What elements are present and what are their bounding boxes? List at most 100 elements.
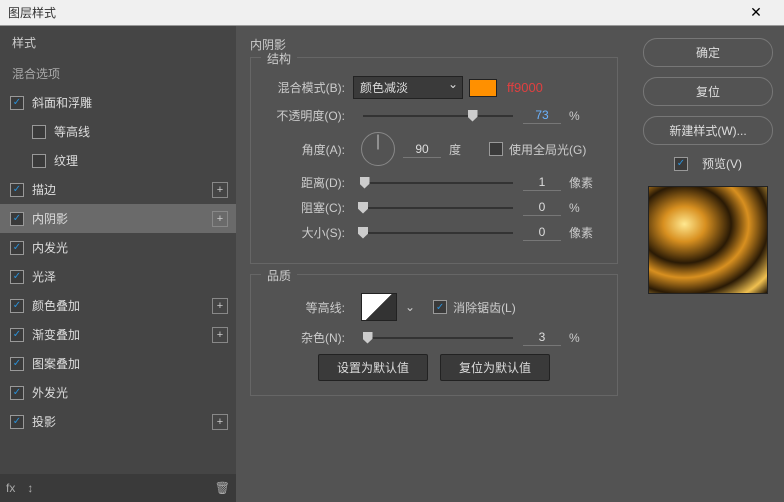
checkbox-icon[interactable]	[10, 299, 24, 313]
size-input[interactable]	[523, 224, 561, 241]
checkbox-icon[interactable]	[32, 154, 46, 168]
noise-row: 杂色(N): %	[263, 329, 605, 346]
reset-default-button[interactable]: 复位为默认值	[440, 354, 550, 381]
effect-label: 内发光	[32, 239, 228, 256]
contour-label: 等高线:	[263, 299, 353, 316]
add-icon[interactable]: +	[212, 298, 228, 314]
checkbox-icon[interactable]	[10, 183, 24, 197]
choke-input[interactable]	[523, 199, 561, 216]
close-button[interactable]: ✕	[736, 0, 776, 26]
global-light-label: 使用全局光(G)	[509, 141, 586, 158]
distance-row: 距离(D): 像素	[263, 174, 605, 191]
fx-icon[interactable]: fx	[6, 481, 15, 495]
preview-label: 预览(V)	[702, 155, 742, 172]
effect-label: 颜色叠加	[32, 297, 212, 314]
blend-options-header[interactable]: 混合选项	[0, 59, 236, 88]
window-title: 图层样式	[8, 4, 736, 21]
add-icon[interactable]: +	[212, 182, 228, 198]
ok-button[interactable]: 确定	[643, 38, 773, 67]
opacity-slider[interactable]	[363, 115, 513, 117]
noise-label: 杂色(N):	[263, 329, 353, 346]
structure-legend: 结构	[261, 50, 297, 67]
quality-legend: 品质	[261, 267, 297, 284]
opacity-row: 不透明度(O): %	[263, 107, 605, 124]
choke-label: 阻塞(C):	[263, 199, 353, 216]
effect-label: 渐变叠加	[32, 326, 212, 343]
effect-label: 外发光	[32, 384, 228, 401]
checkbox-icon[interactable]	[10, 386, 24, 400]
trash-icon[interactable]: 🗑	[215, 481, 230, 495]
set-default-button[interactable]: 设置为默认值	[318, 354, 428, 381]
effect-label: 描边	[32, 181, 212, 198]
styles-header[interactable]: 样式	[0, 26, 236, 59]
global-light-checkbox[interactable]: 使用全局光(G)	[489, 141, 586, 158]
distance-slider[interactable]	[363, 182, 513, 184]
effect-texture[interactable]: 纹理	[0, 146, 236, 175]
distance-input[interactable]	[523, 174, 561, 191]
contour-row: 等高线: ⌄ 消除锯齿(L)	[263, 293, 605, 321]
cancel-button[interactable]: 复位	[643, 77, 773, 106]
blend-mode-label: 混合模式(B):	[263, 79, 353, 96]
distance-unit: 像素	[569, 174, 599, 191]
effect-stroke[interactable]: 描边 +	[0, 175, 236, 204]
effect-drop-shadow[interactable]: 投影 +	[0, 407, 236, 436]
default-buttons-row: 设置为默认值 复位为默认值	[263, 354, 605, 381]
titlebar: 图层样式 ✕	[0, 0, 784, 26]
effect-inner-glow[interactable]: 内发光	[0, 233, 236, 262]
angle-input[interactable]	[403, 141, 441, 158]
size-row: 大小(S): 像素	[263, 224, 605, 241]
effect-satin[interactable]: 光泽	[0, 262, 236, 291]
chevron-down-icon[interactable]: ⌄	[405, 300, 415, 314]
antialias-checkbox[interactable]: 消除锯齿(L)	[433, 299, 516, 316]
checkbox-icon[interactable]	[10, 241, 24, 255]
checkbox-icon[interactable]	[10, 415, 24, 429]
size-unit: 像素	[569, 224, 599, 241]
checkbox-icon	[674, 157, 688, 171]
checkbox-icon[interactable]	[10, 96, 24, 110]
main-content: 样式 混合选项 斜面和浮雕 等高线 纹理 描边 + 内阴影 + 内发光	[0, 26, 784, 502]
opacity-unit: %	[569, 109, 599, 123]
angle-dial[interactable]	[361, 132, 395, 166]
add-icon[interactable]: +	[212, 327, 228, 343]
effect-label: 光泽	[32, 268, 228, 285]
effect-gradient-overlay[interactable]: 渐变叠加 +	[0, 320, 236, 349]
preview-checkbox[interactable]: 预览(V)	[674, 155, 742, 172]
angle-label: 角度(A):	[263, 141, 353, 158]
contour-picker[interactable]	[361, 293, 397, 321]
blend-mode-row: 混合模式(B): 颜色减淡 ff9000	[263, 76, 605, 99]
arrows-icon[interactable]: ↕	[27, 481, 33, 495]
noise-input[interactable]	[523, 329, 561, 346]
panel-title: 内阴影	[250, 36, 618, 53]
actions-panel: 确定 复位 新建样式(W)... 预览(V)	[632, 26, 784, 502]
checkbox-icon	[433, 300, 447, 314]
checkbox-icon[interactable]	[32, 125, 46, 139]
color-hex-text: ff9000	[507, 80, 543, 95]
effect-label: 投影	[32, 413, 212, 430]
color-swatch[interactable]	[469, 79, 497, 97]
effect-bevel-emboss[interactable]: 斜面和浮雕	[0, 88, 236, 117]
opacity-input[interactable]	[523, 107, 561, 124]
effect-color-overlay[interactable]: 颜色叠加 +	[0, 291, 236, 320]
checkbox-icon[interactable]	[10, 357, 24, 371]
effect-inner-shadow[interactable]: 内阴影 +	[0, 204, 236, 233]
opacity-label: 不透明度(O):	[263, 107, 353, 124]
add-icon[interactable]: +	[212, 414, 228, 430]
effect-pattern-overlay[interactable]: 图案叠加	[0, 349, 236, 378]
checkbox-icon[interactable]	[10, 212, 24, 226]
size-label: 大小(S):	[263, 224, 353, 241]
choke-row: 阻塞(C): %	[263, 199, 605, 216]
effect-contour[interactable]: 等高线	[0, 117, 236, 146]
checkbox-icon[interactable]	[10, 270, 24, 284]
checkbox-icon[interactable]	[10, 328, 24, 342]
new-style-button[interactable]: 新建样式(W)...	[643, 116, 773, 145]
size-slider[interactable]	[363, 232, 513, 234]
choke-slider[interactable]	[363, 207, 513, 209]
angle-row: 角度(A): 度 使用全局光(G)	[263, 132, 605, 166]
noise-unit: %	[569, 331, 599, 345]
noise-slider[interactable]	[363, 337, 513, 339]
add-icon[interactable]: +	[212, 211, 228, 227]
structure-fieldset: 结构 混合模式(B): 颜色减淡 ff9000 不透明度(O): % 角度(A)…	[250, 57, 618, 264]
blend-mode-dropdown[interactable]: 颜色减淡	[353, 76, 463, 99]
effect-label: 斜面和浮雕	[32, 94, 228, 111]
effect-outer-glow[interactable]: 外发光	[0, 378, 236, 407]
